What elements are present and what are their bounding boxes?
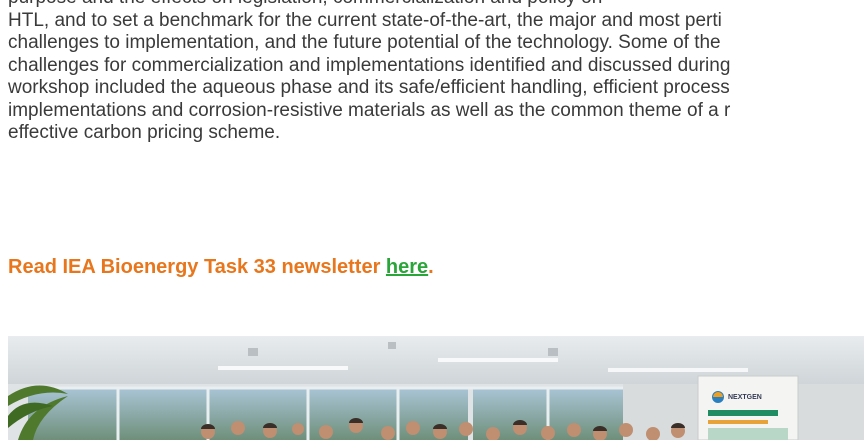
paragraph-line: purpose and the effects on legislation, …	[8, 0, 864, 10]
newsletter-callout-text: Read IEA Bioenergy Task 33 newsletter	[8, 256, 386, 278]
group-photo: NEXTGEN	[8, 336, 864, 440]
page: purpose and the effects on legislation, …	[0, 0, 864, 440]
banner-logo-text: NEXTGEN	[728, 394, 762, 401]
paragraph-line: effective carbon pricing scheme.	[8, 122, 281, 143]
paragraph-line: implementations and corrosion-resistive …	[8, 99, 731, 121]
paragraph-line: HTL, and to set a benchmark for the curr…	[8, 9, 722, 31]
paragraph-line: workshop included the aqueous phase and …	[8, 77, 730, 98]
newsletter-link[interactable]: here	[386, 256, 428, 278]
paragraph-line: challenges to implementation, and the fu…	[8, 32, 721, 53]
article-paragraph: purpose and the effects on legislation, …	[8, 0, 864, 145]
newsletter-callout: Read IEA Bioenergy Task 33 newsletter he…	[8, 256, 434, 279]
paragraph-line: challenges for commercialization and imp…	[8, 54, 731, 76]
newsletter-callout-suffix: .	[428, 256, 434, 278]
group-photo-image: NEXTGEN	[8, 336, 864, 440]
